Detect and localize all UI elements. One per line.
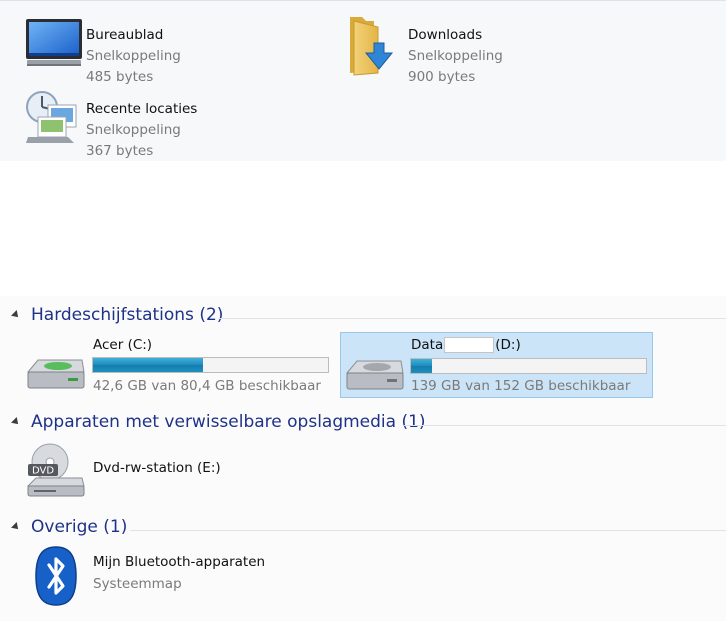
group-title: Apparaten met verwisselbare opslagmedia …	[31, 412, 426, 432]
computer-view: Hardeschijfstations (2) Acer (C:) 42,6 G…	[0, 296, 726, 621]
favorite-type: Snelkoppeling	[86, 122, 181, 138]
group-header-hard-drives[interactable]: Hardeschijfstations (2)	[0, 299, 726, 329]
favorite-downloads[interactable]: Downloads Snelkoppeling 900 bytes	[340, 13, 640, 85]
hard-drive-icon	[343, 337, 407, 401]
group-divider	[404, 425, 726, 426]
favorite-recente-locaties[interactable]: Recente locaties Snelkoppeling 367 bytes	[22, 87, 322, 159]
bluetooth-devices[interactable]: Mijn Bluetooth-apparaten Systeemmap	[22, 544, 340, 610]
favorite-size: 367 bytes	[86, 143, 154, 159]
hard-drive-icon	[24, 336, 88, 400]
item-type: Systeemmap	[93, 576, 182, 592]
drive-name: Dvd-rw-station (E:)	[93, 460, 221, 476]
drive-free-space: 42,6 GB van 80,4 GB beschikbaar	[93, 378, 321, 394]
drive-usage-fill	[411, 359, 433, 373]
favorite-size: 485 bytes	[86, 69, 154, 85]
redacted-label	[444, 337, 495, 353]
drive-name: Data (D:)	[411, 337, 521, 353]
favorite-name: Downloads	[408, 27, 483, 43]
group-header-removable[interactable]: Apparaten met verwisselbare opslagmedia …	[0, 406, 726, 436]
collapse-arrow-icon[interactable]	[11, 417, 21, 427]
dvd-drive-e[interactable]: DVD Dvd-rw-station (E:)	[22, 438, 340, 504]
drive-d[interactable]: Data (D:) 139 GB van 152 GB beschikbaar	[340, 332, 653, 398]
downloads-folder-icon	[340, 13, 404, 77]
drive-free-space: 139 GB van 152 GB beschikbaar	[411, 378, 631, 394]
group-title: Hardeschijfstations (2)	[31, 305, 224, 325]
favorite-type: Snelkoppeling	[408, 48, 503, 64]
dvd-label: DVD	[32, 466, 54, 477]
group-title: Overige (1)	[31, 517, 128, 537]
drive-usage-fill	[93, 358, 204, 372]
drive-name: Acer (C:)	[93, 337, 153, 353]
group-divider	[130, 530, 726, 531]
favorite-bureaublad[interactable]: Bureaublad Snelkoppeling 485 bytes	[22, 13, 322, 85]
dvd-drive-icon: DVD	[24, 440, 88, 504]
favorite-name: Bureaublad	[86, 27, 164, 43]
desktop-icon	[22, 13, 86, 77]
drive-usage-bar	[410, 358, 647, 374]
group-header-other[interactable]: Overige (1)	[0, 511, 726, 541]
drive-usage-bar	[92, 357, 329, 373]
drive-name-suffix: (D:)	[495, 337, 521, 353]
recent-places-icon	[22, 87, 86, 151]
group-divider	[218, 318, 726, 319]
item-name: Mijn Bluetooth-apparaten	[93, 554, 266, 570]
favorite-size: 900 bytes	[408, 69, 476, 85]
collapse-arrow-icon[interactable]	[11, 310, 21, 320]
collapse-arrow-icon[interactable]	[11, 522, 21, 532]
drive-c[interactable]: Acer (C:) 42,6 GB van 80,4 GB beschikbaa…	[22, 332, 340, 398]
drive-name-prefix: Data	[411, 337, 444, 353]
favorite-name: Recente locaties	[86, 101, 198, 117]
favorites-panel: Bureaublad Snelkoppeling 485 bytes Downl…	[0, 0, 726, 161]
bluetooth-icon	[24, 544, 88, 608]
favorite-type: Snelkoppeling	[86, 48, 181, 64]
